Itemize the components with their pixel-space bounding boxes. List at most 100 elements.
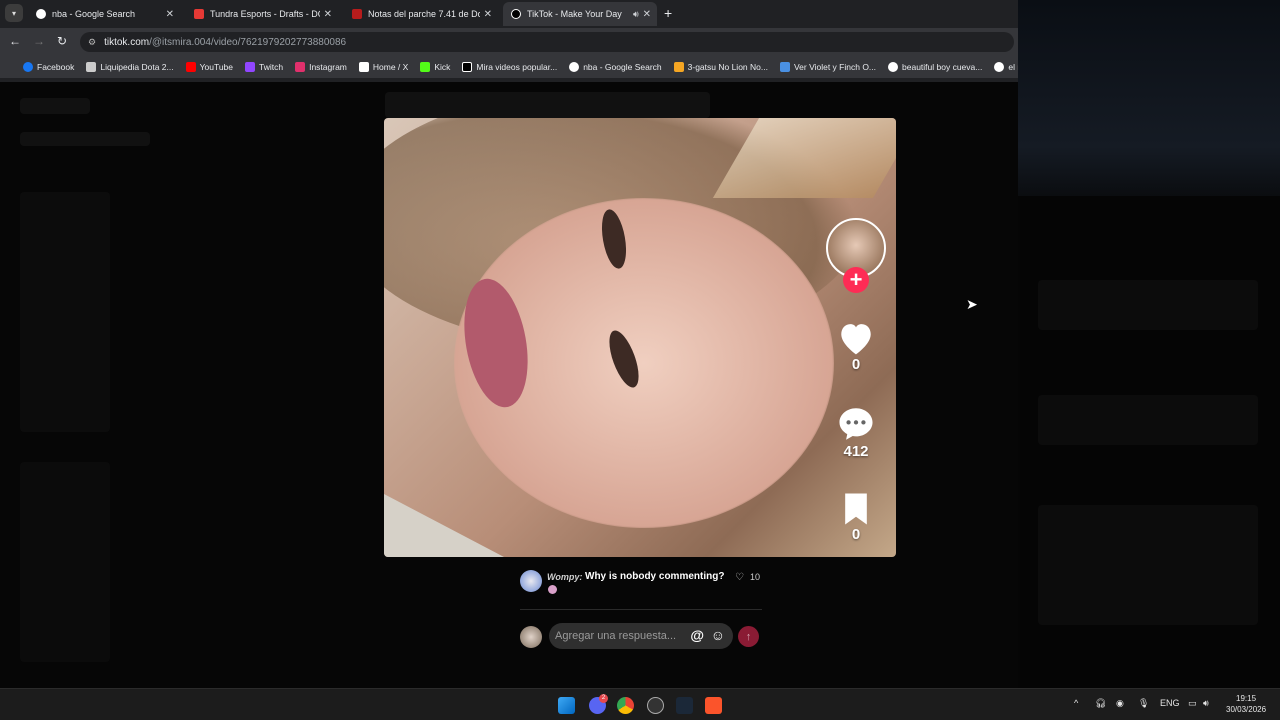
tiktok-logo-dimmed <box>20 98 90 114</box>
reply-placeholder: Agregar una respuesta... <box>555 630 677 642</box>
video-player[interactable] <box>384 118 896 557</box>
brave-icon[interactable] <box>705 697 722 714</box>
tab-title: TikTok - Make Your Day <box>527 9 622 19</box>
comment-icon <box>839 408 873 440</box>
apps-grid-icon[interactable] <box>8 62 10 72</box>
divider <box>520 609 762 610</box>
close-icon[interactable]: ✕ <box>484 9 492 20</box>
chrome-icon[interactable] <box>617 697 634 714</box>
following-list-dimmed <box>20 462 110 662</box>
new-tab-button[interactable]: + <box>664 5 672 21</box>
bookmark-label: YouTube <box>199 61 233 72</box>
like-button[interactable]: 0 <box>826 320 886 373</box>
tab-dota-patch-notes[interactable]: Notas del parche 7.41 de Dota ✕ <box>344 2 498 26</box>
crunchyroll-icon <box>673 61 684 72</box>
steam-icon[interactable] <box>676 697 693 714</box>
commenter-avatar[interactable] <box>520 570 542 592</box>
bookmark-label: Home / X <box>372 61 409 72</box>
windows-taskbar: 2 ^ 🎧︎ ◉ 🎙︎ ENG ▭ 🔊︎ 19:15 30/03/2026 <box>0 688 1280 720</box>
reply-input[interactable]: Agregar una respuesta... @ ☺ <box>549 623 733 649</box>
side-video-preview <box>1018 0 1280 196</box>
mention-icon[interactable]: @ <box>690 627 704 643</box>
microphone-icon[interactable]: 🎙︎ <box>1138 698 1149 709</box>
bookmark-label: beautiful boy cueva... <box>902 61 983 72</box>
comment-item: Wompy: Why is nobody commenting? ♡ 10 <box>520 570 762 598</box>
bookmark-el-mundo[interactable]: el mundo <box>994 61 1018 72</box>
clock-time: 19:15 <box>1236 694 1257 703</box>
bookmark-twitch[interactable]: Twitch <box>245 61 284 72</box>
instagram-icon <box>295 61 306 72</box>
close-icon[interactable]: ✕ <box>643 9 651 20</box>
tab-title: Tundra Esports - Drafts - DOTA <box>210 9 320 19</box>
dota-icon <box>352 9 362 19</box>
bookmark-nba-search[interactable]: nba - Google Search <box>569 61 662 72</box>
search-bar-dimmed <box>385 92 710 118</box>
right-panel-dimmed <box>1018 0 1280 688</box>
close-icon[interactable]: ✕ <box>166 9 174 20</box>
network-icon[interactable]: ▭ <box>1188 698 1197 709</box>
comment-like-icon[interactable]: ♡ <box>735 572 744 583</box>
volume-icon[interactable]: 🔊︎ <box>1203 698 1209 709</box>
bookmark-tiktok[interactable]: Mira videos popular... <box>462 61 557 72</box>
save-button[interactable]: 0 <box>826 492 886 543</box>
bookmark-youtube[interactable]: YouTube <box>185 61 233 72</box>
tab-search-button[interactable]: ▾ <box>5 4 23 22</box>
clock[interactable]: 19:15 30/03/2026 <box>1226 693 1266 715</box>
comment-dimmed <box>1038 505 1258 625</box>
chevron-up-icon[interactable]: ^ <box>1074 698 1078 708</box>
bookmark-label: Kick <box>434 61 451 72</box>
bookmark-3-gatsu[interactable]: 3-gatsu No Lion No... <box>673 61 768 72</box>
bookmark-instagram[interactable]: Instagram <box>295 61 347 72</box>
bookmark-label: nba - Google Search <box>583 61 662 72</box>
comments-button[interactable]: 412 <box>826 405 886 460</box>
comment-dimmed <box>1038 280 1258 330</box>
google-icon <box>888 61 899 72</box>
emoji-picker-icon[interactable]: ☺ <box>711 627 725 643</box>
comment-username[interactable]: Wompy: <box>547 572 582 582</box>
bookmark-icon <box>845 493 867 525</box>
comment-count: 412 <box>843 443 869 460</box>
heart-icon <box>841 324 871 355</box>
language-indicator[interactable]: ENG <box>1160 698 1180 708</box>
bookmark-facebook[interactable]: Facebook <box>23 61 74 72</box>
bookmark-x[interactable]: Home / X <box>358 61 409 72</box>
emoji-icon <box>548 585 557 594</box>
tab-title: Notas del parche 7.41 de Dota <box>368 9 480 19</box>
liquipedia-icon <box>86 61 97 72</box>
bookmark-label: Liquipedia Dota 2... <box>100 61 174 72</box>
tab-nba-search[interactable]: nba - Google Search ✕ <box>28 2 180 26</box>
headset-icon[interactable]: 🎧︎ <box>1095 698 1106 709</box>
google-icon <box>36 9 46 19</box>
tab-tundra-drafts[interactable]: Tundra Esports - Drafts - DOTA ✕ <box>186 2 338 26</box>
send-button[interactable]: ↑ <box>738 626 759 647</box>
user-avatar <box>520 626 542 648</box>
comment-username-text: Wompy <box>547 572 580 582</box>
clock-date: 30/03/2026 <box>1226 705 1267 714</box>
dotabuff-icon <box>194 9 204 19</box>
like-count: 0 <box>851 356 861 373</box>
close-icon[interactable]: ✕ <box>324 9 332 20</box>
start-icon[interactable] <box>558 697 575 714</box>
bookmark-beautiful-boy[interactable]: beautiful boy cueva... <box>888 61 983 72</box>
site-info-icon[interactable]: ⚙ <box>88 37 96 48</box>
tiktok-icon <box>462 61 473 72</box>
follow-button[interactable]: + <box>843 267 869 293</box>
steam-tray-icon[interactable]: ◉ <box>1116 698 1124 709</box>
back-button[interactable]: ← <box>9 34 21 48</box>
reload-button[interactable]: ↻ <box>57 34 67 48</box>
bookmark-liquipedia[interactable]: Liquipedia Dota 2... <box>86 61 174 72</box>
address-host: tiktok.com <box>104 36 150 48</box>
twitch-icon <box>245 61 255 72</box>
tiktok-icon <box>511 9 521 19</box>
search-dimmed <box>20 132 150 146</box>
navigation-bar: ← → ↻ ⚙ tiktok.com /@itsmira.004/video/7… <box>0 28 1018 55</box>
bookmark-violet-finch[interactable]: Ver Violet y Finch O... <box>779 61 876 72</box>
tab-tiktok[interactable]: TikTok - Make Your Day 🔊︎ ✕ <box>503 2 657 26</box>
kick-icon <box>420 61 431 72</box>
forward-button[interactable]: → <box>33 34 45 48</box>
bookmark-label: Twitch <box>259 61 284 72</box>
bookmark-kick[interactable]: Kick <box>420 61 451 72</box>
speaker-icon[interactable]: 🔊︎ <box>633 9 639 20</box>
obs-icon[interactable] <box>647 697 664 714</box>
address-bar[interactable]: ⚙ tiktok.com /@itsmira.004/video/7621979… <box>80 32 1014 52</box>
